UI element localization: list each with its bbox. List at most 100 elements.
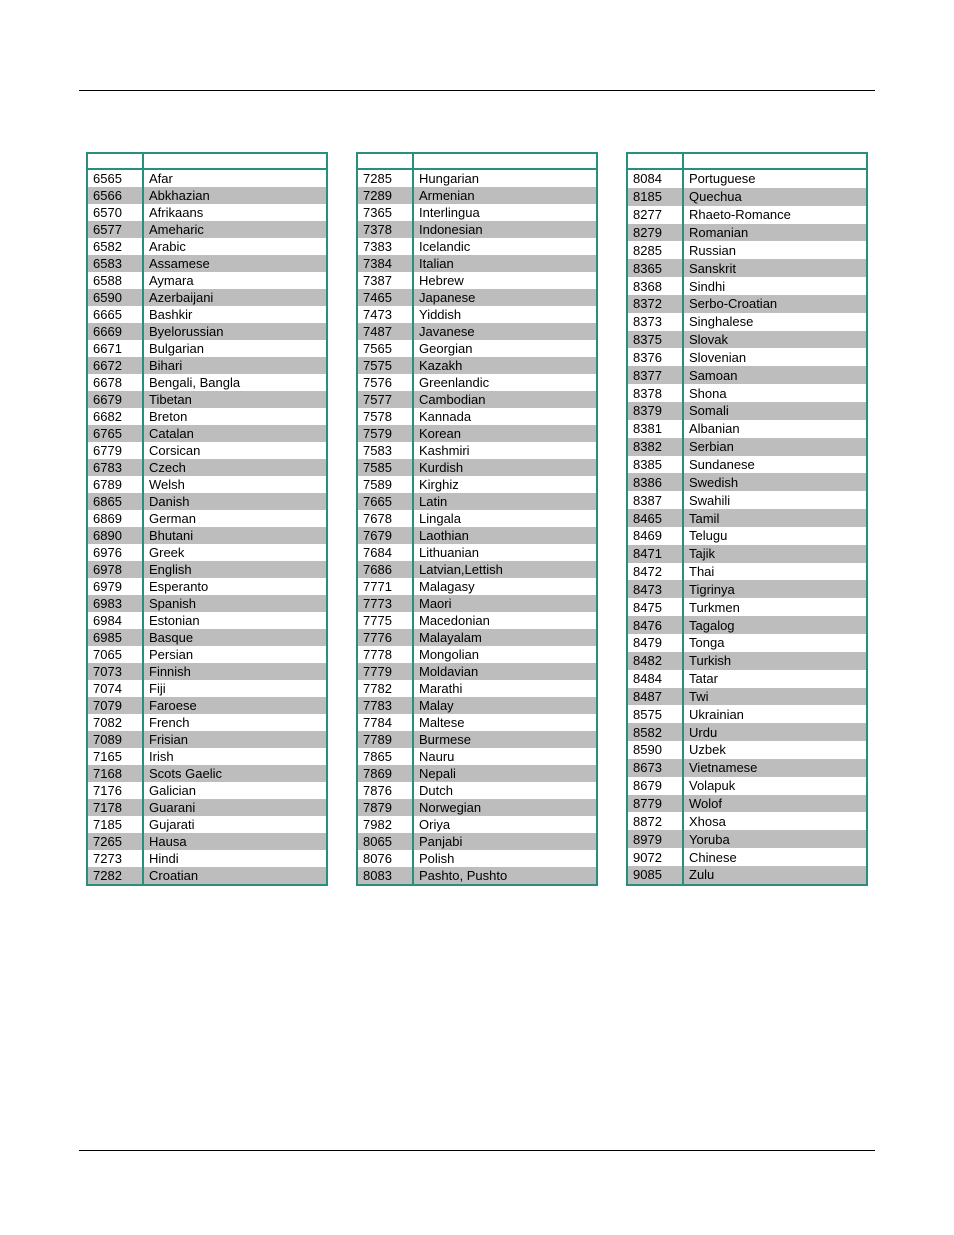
table-row: 7686Latvian,Lettish — [357, 561, 597, 578]
language-code: 8382 — [627, 438, 683, 456]
language-name: Kurdish — [413, 459, 597, 476]
language-name: Icelandic — [413, 238, 597, 255]
table-row: 9072Chinese — [627, 848, 867, 866]
table-row: 7784Maltese — [357, 714, 597, 731]
language-name: Maori — [413, 595, 597, 612]
language-code: 7473 — [357, 306, 413, 323]
language-code: 8375 — [627, 331, 683, 349]
language-name: Bhutani — [143, 527, 327, 544]
table-row: 7782Marathi — [357, 680, 597, 697]
table-row: 7575Kazakh — [357, 357, 597, 374]
table-row: 7589Kirghiz — [357, 476, 597, 493]
language-code: 7982 — [357, 816, 413, 833]
table-row: 7073Finnish — [87, 663, 327, 680]
language-name: Frisian — [143, 731, 327, 748]
language-code: 8582 — [627, 723, 683, 741]
table-row: 7678Lingala — [357, 510, 597, 527]
language-code: 7784 — [357, 714, 413, 731]
table-row: 8381Albanian — [627, 420, 867, 438]
language-name: Kirghiz — [413, 476, 597, 493]
language-code: 6570 — [87, 204, 143, 221]
language-code: 7273 — [87, 850, 143, 867]
language-name: Breton — [143, 408, 327, 425]
language-code: 6583 — [87, 255, 143, 272]
table-row: 7583Kashmiri — [357, 442, 597, 459]
language-code: 7073 — [87, 663, 143, 680]
table-row: 8476Tagalog — [627, 616, 867, 634]
language-code: 7686 — [357, 561, 413, 578]
table-row: 7178Guarani — [87, 799, 327, 816]
language-code: 6865 — [87, 493, 143, 510]
language-name: Assamese — [143, 255, 327, 272]
language-code: 8471 — [627, 545, 683, 563]
language-name: Sundanese — [683, 456, 867, 474]
language-code: 6783 — [87, 459, 143, 476]
language-code: 8365 — [627, 259, 683, 277]
language-code: 7065 — [87, 646, 143, 663]
language-code: 8373 — [627, 313, 683, 331]
language-code: 6765 — [87, 425, 143, 442]
language-code: 6779 — [87, 442, 143, 459]
language-table-2: 7285Hungarian7289Armenian7365Interlingua… — [356, 152, 598, 886]
table-row: 7289Armenian — [357, 187, 597, 204]
table-row: 7876Dutch — [357, 782, 597, 799]
table-row: 8076Polish — [357, 850, 597, 867]
language-name: Ukrainian — [683, 705, 867, 723]
language-name: Twi — [683, 688, 867, 706]
language-code: 8185 — [627, 188, 683, 206]
language-code: 8679 — [627, 777, 683, 795]
language-code: 8469 — [627, 527, 683, 545]
language-name: Basque — [143, 629, 327, 646]
language-code: 8872 — [627, 812, 683, 830]
table-row: 7776Malayalam — [357, 629, 597, 646]
language-code: 7576 — [357, 374, 413, 391]
table-row: 6570Afrikaans — [87, 204, 327, 221]
table-row: 6890Bhutani — [87, 527, 327, 544]
language-name: Wolof — [683, 795, 867, 813]
language-name: Kannada — [413, 408, 597, 425]
table-row: 7779Moldavian — [357, 663, 597, 680]
language-name: Norwegian — [413, 799, 597, 816]
language-code: 7876 — [357, 782, 413, 799]
language-name: Volapuk — [683, 777, 867, 795]
language-code: 7869 — [357, 765, 413, 782]
table-row: 8479Tonga — [627, 634, 867, 652]
language-code: 8385 — [627, 456, 683, 474]
language-code: 7865 — [357, 748, 413, 765]
language-code: 6978 — [87, 561, 143, 578]
table-row: 8575Ukrainian — [627, 705, 867, 723]
language-code: 8473 — [627, 580, 683, 598]
table-row: 7773Maori — [357, 595, 597, 612]
table-row: 8872Xhosa — [627, 812, 867, 830]
language-name: Danish — [143, 493, 327, 510]
language-code: 7383 — [357, 238, 413, 255]
table-row: 6783Czech — [87, 459, 327, 476]
language-code: 7778 — [357, 646, 413, 663]
table-row: 8378Shona — [627, 384, 867, 402]
language-name: Swedish — [683, 473, 867, 491]
language-name: Spanish — [143, 595, 327, 612]
language-code: 8285 — [627, 241, 683, 259]
language-name: Hebrew — [413, 272, 597, 289]
language-name: French — [143, 714, 327, 731]
table-row: 7487Javanese — [357, 323, 597, 340]
language-name: Irish — [143, 748, 327, 765]
language-name: Vietnamese — [683, 759, 867, 777]
language-name: Dutch — [413, 782, 597, 799]
language-name: Romanian — [683, 224, 867, 242]
language-code: 7776 — [357, 629, 413, 646]
language-code: 8065 — [357, 833, 413, 850]
language-code: 7583 — [357, 442, 413, 459]
language-name: Sanskrit — [683, 259, 867, 277]
table-row: 6865Danish — [87, 493, 327, 510]
table-row: 7265Hausa — [87, 833, 327, 850]
table-row: 8065Panjabi — [357, 833, 597, 850]
language-code: 9085 — [627, 866, 683, 885]
language-name: Malay — [413, 697, 597, 714]
language-code: 7565 — [357, 340, 413, 357]
language-name: Greenlandic — [413, 374, 597, 391]
language-name: Laothian — [413, 527, 597, 544]
table-row: 8083Pashto, Pushto — [357, 867, 597, 885]
language-name: Corsican — [143, 442, 327, 459]
language-code: 7079 — [87, 697, 143, 714]
